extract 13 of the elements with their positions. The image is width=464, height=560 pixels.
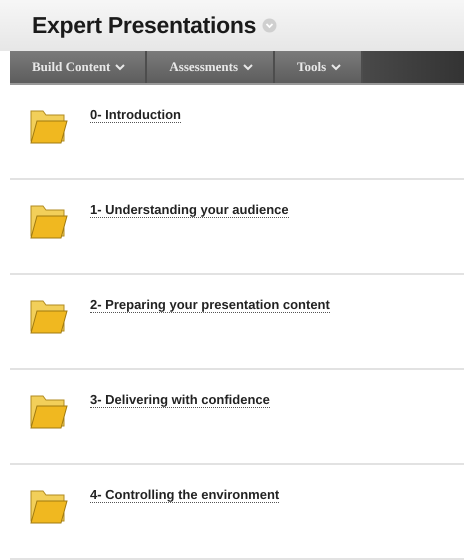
folder-link[interactable]: 2- Preparing your presentation content xyxy=(90,297,330,313)
page-title: Expert Presentations xyxy=(32,12,256,40)
folder-link[interactable]: 4- Controlling the environment xyxy=(90,487,280,503)
chevron-down-icon xyxy=(115,64,126,71)
chevron-circle-icon[interactable] xyxy=(262,18,278,34)
menu-button[interactable]: Build Content xyxy=(10,51,148,83)
chevron-down-icon xyxy=(331,64,342,71)
menu-button[interactable]: Assessments xyxy=(147,51,276,83)
folder-link[interactable]: 1- Understanding your audience xyxy=(90,202,289,218)
folder-link[interactable]: 0- Introduction xyxy=(90,107,181,123)
menu-button[interactable]: Tools xyxy=(275,51,364,83)
chevron-down-icon xyxy=(243,64,254,71)
folder-link[interactable]: 3- Delivering with confidence xyxy=(90,392,270,408)
